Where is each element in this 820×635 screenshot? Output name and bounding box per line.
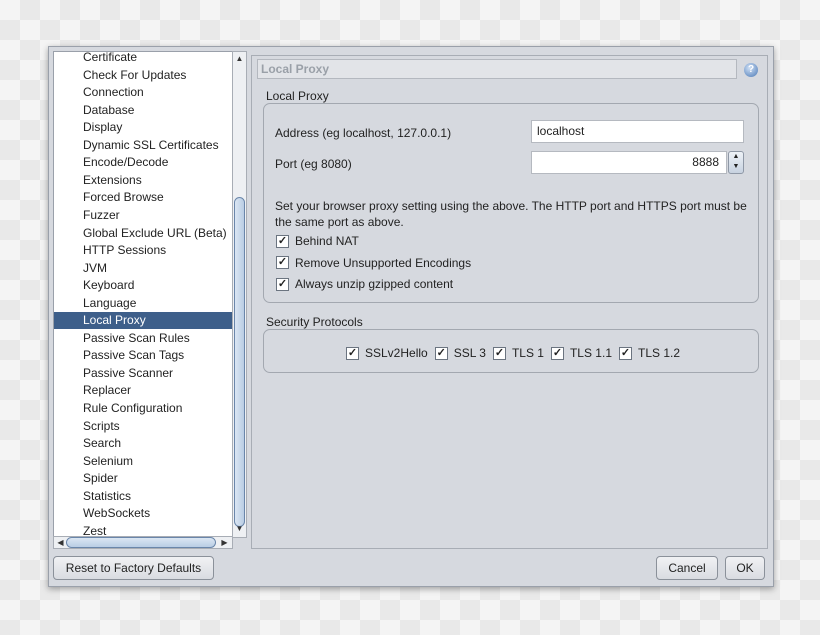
- sidebar-item-encode-decode[interactable]: Encode/Decode: [54, 154, 232, 171]
- protocol-tls-1-1[interactable]: ✓ TLS 1.1: [550, 346, 612, 360]
- protocol-sslv2hello[interactable]: ✓ SSLv2Hello: [346, 346, 428, 360]
- protocol-label: TLS 1.2: [638, 346, 681, 360]
- checkbox-always-unzip-gzipped-content[interactable]: ✓ Always unzip gzipped content: [276, 277, 453, 291]
- protocol-label: SSLv2Hello: [365, 346, 428, 360]
- checkbox-icon[interactable]: ✓: [276, 256, 289, 269]
- sidebar-item-passive-scan-tags[interactable]: Passive Scan Tags: [54, 347, 232, 364]
- protocol-ssl-3[interactable]: ✓ SSL 3: [434, 346, 486, 360]
- sidebar-item-passive-scan-rules[interactable]: Passive Scan Rules: [54, 330, 232, 347]
- checkbox-label: Behind NAT: [295, 234, 359, 248]
- h-scroll-thumb[interactable]: [66, 537, 216, 548]
- sidebar-item-statistics[interactable]: Statistics: [54, 488, 232, 505]
- sidebar-item-search[interactable]: Search: [54, 435, 232, 452]
- sidebar-item-http-sessions[interactable]: HTTP Sessions: [54, 242, 232, 259]
- sidebar-item-passive-scanner[interactable]: Passive Scanner: [54, 365, 232, 382]
- sidebar-item-jvm[interactable]: JVM: [54, 260, 232, 277]
- options-dialog: Certificate Check For Updates Connection Da…: [48, 46, 774, 587]
- port-label: Port (eg 8080): [275, 157, 352, 171]
- help-icon[interactable]: ?: [744, 63, 758, 77]
- checkbox-icon[interactable]: ✓: [346, 346, 359, 360]
- local-proxy-group-title: Local Proxy: [266, 89, 329, 103]
- sidebar-item-database[interactable]: Database: [54, 102, 232, 119]
- protocol-label: TLS 1.1: [569, 346, 612, 360]
- options-tree[interactable]: Certificate Check For Updates Connection Da…: [53, 51, 233, 538]
- sidebar-item-replacer[interactable]: Replacer: [54, 382, 232, 399]
- sidebar-item-local-proxy[interactable]: Local Proxy: [54, 312, 232, 330]
- options-panel: Local Proxy ? Local Proxy Address (eg lo…: [251, 55, 768, 549]
- checkbox-icon[interactable]: ✓: [276, 277, 289, 291]
- sidebar-item-forced-browse[interactable]: Forced Browse: [54, 189, 232, 206]
- sidebar-item-websockets[interactable]: WebSockets: [54, 505, 232, 522]
- port-spinner[interactable]: ▲ ▼: [728, 151, 744, 174]
- checkbox-icon[interactable]: ✓: [550, 346, 564, 360]
- protocol-label: TLS 1: [511, 346, 544, 360]
- sidebar-item-spider[interactable]: Spider: [54, 470, 232, 487]
- protocol-tls-1[interactable]: ✓ TLS 1: [492, 346, 544, 360]
- sidebar-item-selenium[interactable]: Selenium: [54, 453, 232, 470]
- address-input[interactable]: localhost: [531, 120, 744, 143]
- protocol-label: SSL 3: [453, 346, 486, 360]
- reset-defaults-button[interactable]: Reset to Factory Defaults: [53, 556, 214, 580]
- scroll-thumb[interactable]: [234, 197, 245, 527]
- scroll-down-icon[interactable]: ▼: [233, 524, 246, 533]
- sidebar-item-keyboard[interactable]: Keyboard: [54, 277, 232, 294]
- sidebar-item-extensions[interactable]: Extensions: [54, 172, 232, 189]
- checkbox-icon[interactable]: ✓: [619, 346, 632, 360]
- scroll-up-icon[interactable]: ▲: [233, 54, 246, 63]
- sidebar-item-check-for-updates[interactable]: Check For Updates: [54, 67, 232, 84]
- horizontal-scrollbar[interactable]: ◀ ▶: [53, 536, 233, 549]
- sidebar-item-language[interactable]: Language: [54, 295, 232, 312]
- proxy-note: Set your browser proxy setting using the…: [275, 199, 747, 229]
- checkbox-remove-unsupported-encodings[interactable]: ✓ Remove Unsupported Encodings: [276, 256, 471, 270]
- sidebar-item-certificate[interactable]: Certificate: [54, 52, 232, 66]
- scroll-right-icon[interactable]: ▶: [218, 538, 231, 547]
- sidebar-item-scripts[interactable]: Scripts: [54, 418, 232, 435]
- cancel-button[interactable]: Cancel: [656, 556, 718, 580]
- checkbox-label: Always unzip gzipped content: [295, 277, 454, 291]
- sidebar-item-display[interactable]: Display: [54, 119, 232, 136]
- checkbox-icon[interactable]: ✓: [492, 346, 506, 360]
- sidebar-item-global-exclude-url-beta-[interactable]: Global Exclude URL (Beta): [54, 225, 232, 242]
- protocol-tls-1-2[interactable]: ✓ TLS 1.2: [619, 346, 680, 360]
- checkbox-icon[interactable]: ✓: [434, 346, 448, 360]
- sidebar-item-rule-configuration[interactable]: Rule Configuration: [54, 400, 232, 417]
- port-input[interactable]: 8888: [531, 151, 727, 174]
- sidebar-item-connection[interactable]: Connection: [54, 84, 232, 101]
- checkbox-icon[interactable]: ✓: [276, 234, 289, 248]
- checkbox-behind-nat[interactable]: ✓ Behind NAT: [276, 234, 359, 248]
- security-group-title: Security Protocols: [266, 315, 363, 329]
- sidebar-item-dynamic-ssl-certificates[interactable]: Dynamic SSL Certificates: [54, 137, 232, 154]
- vertical-scrollbar[interactable]: ▲ ▼: [232, 51, 247, 538]
- address-label: Address (eg localhost, 127.0.0.1): [275, 126, 452, 140]
- sidebar-item-fuzzer[interactable]: Fuzzer: [54, 207, 232, 224]
- checkbox-label: Remove Unsupported Encodings: [295, 255, 472, 270]
- panel-title: Local Proxy: [257, 59, 737, 79]
- ok-button[interactable]: OK: [725, 556, 765, 580]
